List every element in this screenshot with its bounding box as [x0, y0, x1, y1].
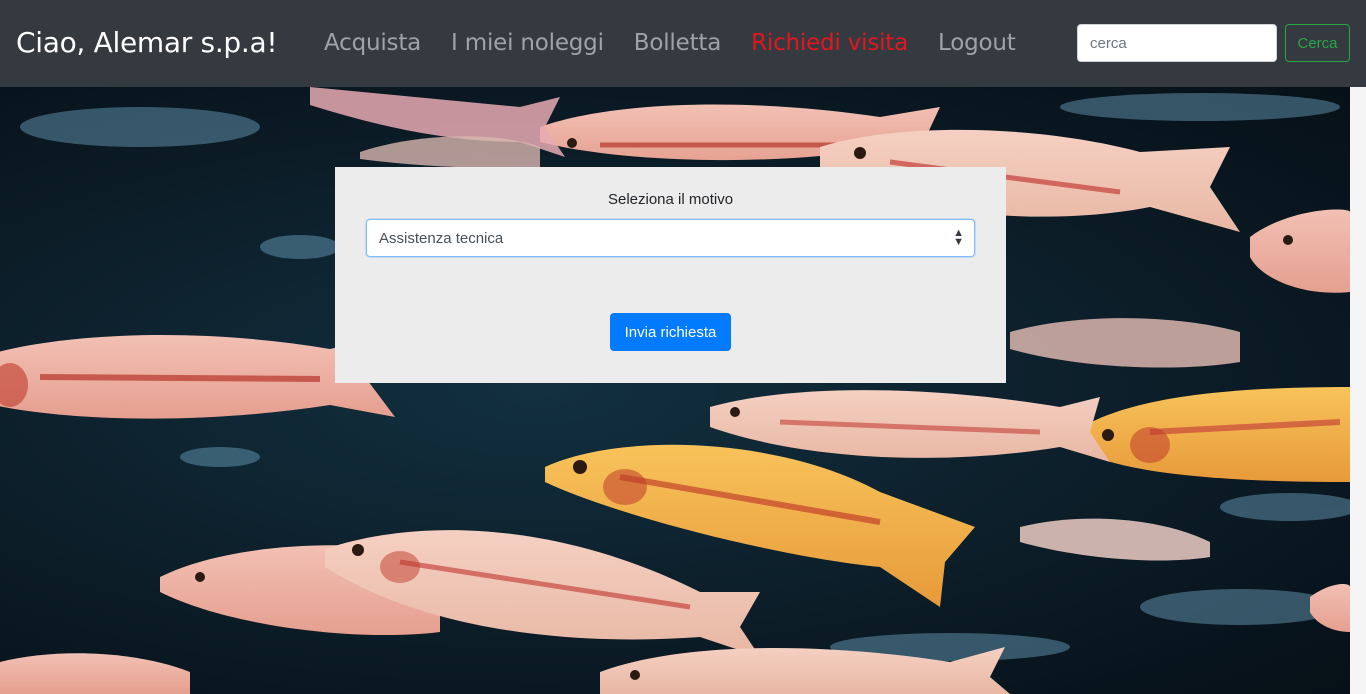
- search-button[interactable]: Cerca: [1285, 24, 1350, 62]
- submit-request-button[interactable]: Invia richiesta: [610, 313, 731, 351]
- nav-link-noleggi[interactable]: I miei noleggi: [451, 30, 604, 56]
- top-navbar: Ciao, Alemar s.p.a! Acquista I miei nole…: [0, 0, 1366, 87]
- reason-select[interactable]: Assistenza tecnica ▲ ▼: [366, 219, 975, 257]
- nav-link-logout[interactable]: Logout: [938, 30, 1016, 56]
- select-arrows-icon: ▲ ▼: [953, 227, 964, 248]
- page-scrollbar[interactable]: [1350, 87, 1366, 694]
- nav-link-richiedi-visita[interactable]: Richiedi visita: [751, 30, 908, 56]
- request-visit-form: Seleziona il motivo Assistenza tecnica ▲…: [335, 167, 1006, 383]
- search-input[interactable]: [1077, 24, 1277, 62]
- reason-label: Seleziona il motivo: [607, 191, 734, 208]
- nav-link-bolletta[interactable]: Bolletta: [634, 30, 722, 56]
- brand-greeting: Ciao, Alemar s.p.a!: [16, 26, 278, 59]
- nav-link-acquista[interactable]: Acquista: [324, 30, 421, 56]
- nav-links: Acquista I miei noleggi Bolletta Richied…: [324, 30, 1046, 56]
- reason-select-value: Assistenza tecnica: [379, 230, 504, 247]
